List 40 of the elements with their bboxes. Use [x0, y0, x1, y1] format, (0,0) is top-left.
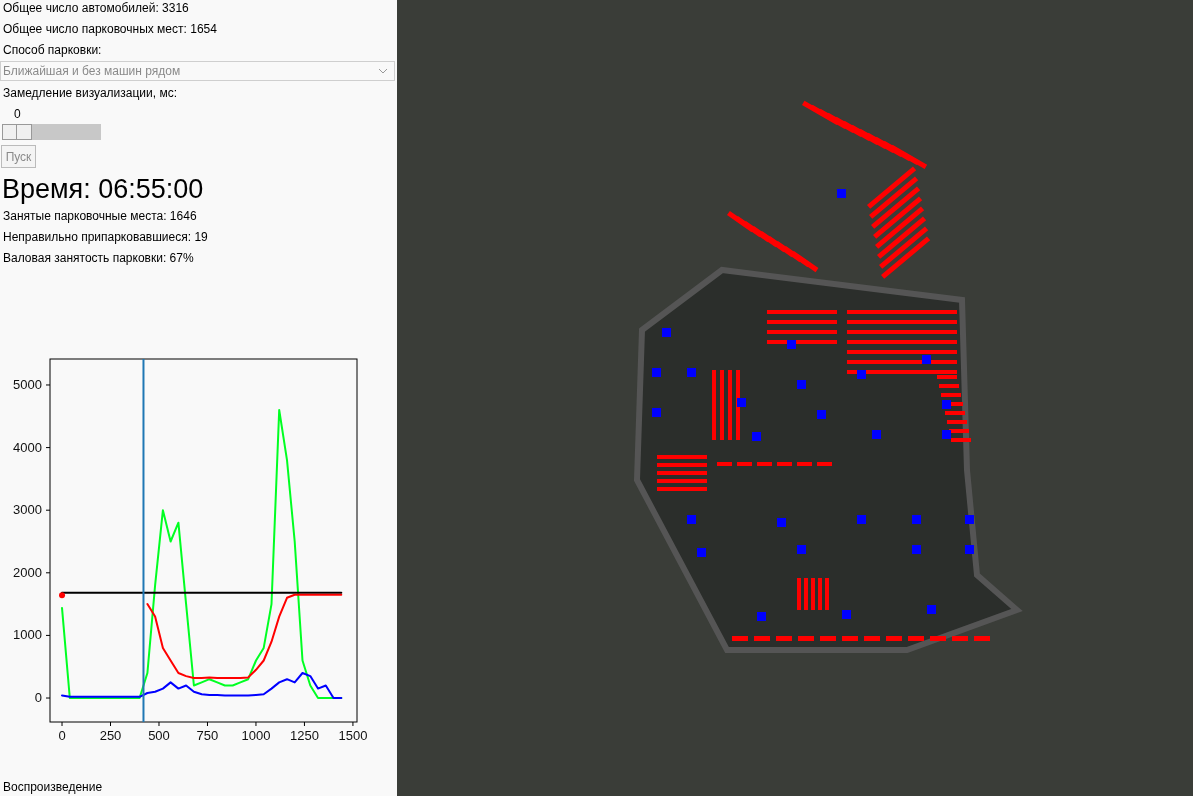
- y-tick-label: 4000: [13, 439, 42, 455]
- stat-label: Неправильно припарковавшиеся: 19: [3, 230, 209, 244]
- x-tick-label: 1250: [289, 728, 319, 743]
- stat-label: Занятые парковочные места: 1646: [3, 209, 198, 223]
- x-tick: 1500: [338, 721, 368, 743]
- y-tick: 5000: [13, 377, 51, 392]
- x-tick: 0: [58, 721, 66, 743]
- y-tick-label: 0: [34, 690, 42, 706]
- x-tick: 250: [99, 721, 122, 743]
- x-tick-label: 500: [148, 728, 170, 743]
- delay-slider[interactable]: [2, 124, 101, 140]
- parking-mode-label: Способ парковки:: [3, 43, 103, 57]
- playback-label: Воспроизведение: [3, 780, 103, 794]
- y-tick: 1000: [13, 627, 51, 643]
- y-tick-label: 2000: [13, 564, 42, 580]
- y-tick: 3000: [13, 502, 51, 518]
- chevron-icon: [378, 68, 388, 74]
- stat-label: Общее число парковочных мест: 1654: [3, 22, 218, 36]
- x-tick: 1250: [290, 721, 319, 743]
- x-tick-label: 1500: [338, 728, 368, 743]
- delay-label: Замедление визуализации, мс:: [2, 86, 178, 100]
- time-display: Время: 06:55:00: [1, 173, 205, 205]
- stat-label: Общее число автомобилей: 3316: [3, 1, 190, 15]
- x-tick: 500: [148, 721, 170, 743]
- x-tick-label: 0: [58, 728, 66, 743]
- stat-label: Валовая занятость парковки: 67%: [3, 251, 195, 265]
- x-tick: 750: [196, 721, 219, 743]
- x-tick-label: 1000: [241, 728, 271, 743]
- series-point: [59, 592, 65, 599]
- x-tick-label: 750: [196, 728, 219, 743]
- y-tick: 2000: [13, 564, 51, 580]
- slider-value: 0: [14, 107, 22, 121]
- x-tick-label: 250: [99, 728, 122, 743]
- y-tick-label: 5000: [13, 376, 42, 392]
- y-tick: 4000: [13, 439, 51, 455]
- y-tick: 0: [34, 690, 51, 705]
- y-tick-label: 3000: [13, 502, 42, 518]
- y-tick-label: 1000: [13, 627, 42, 643]
- slider-thumb[interactable]: [2, 124, 32, 140]
- x-tick: 1000: [241, 721, 271, 743]
